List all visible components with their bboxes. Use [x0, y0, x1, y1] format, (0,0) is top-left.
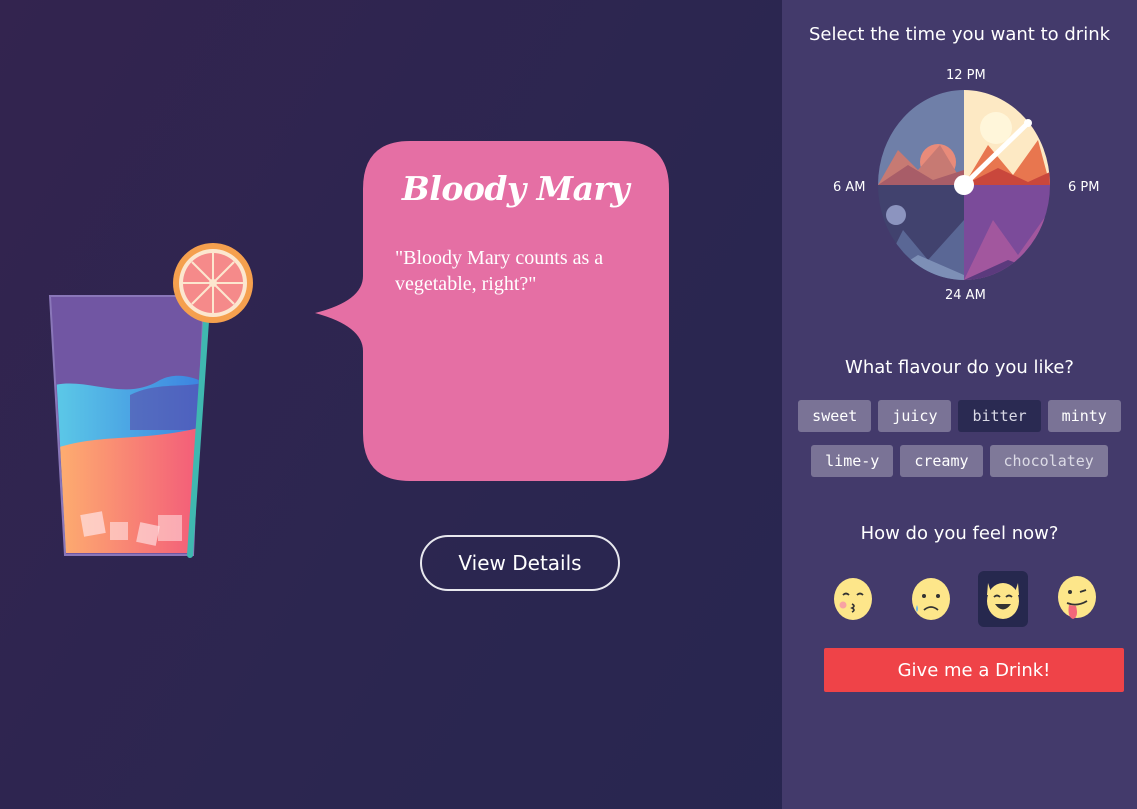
time-dial[interactable] — [878, 90, 1050, 280]
feel-section-title: How do you feel now? — [860, 523, 1059, 544]
flavour-chip-sweet[interactable]: sweet — [798, 400, 872, 432]
drink-speech-bubble: Bloody Mary "Bloody Mary counts as a veg… — [315, 141, 671, 483]
flavour-chip-creamy[interactable]: creamy — [900, 445, 983, 477]
sad-tear-face-icon[interactable] — [906, 571, 956, 627]
drink-display-area: Bloody Mary "Bloody Mary counts as a veg… — [0, 0, 782, 809]
clock-label-left: 6 AM — [833, 180, 866, 195]
time-section-title: Select the time you want to drink — [808, 24, 1111, 45]
drink-quote: "Bloody Mary counts as a vegetable, righ… — [395, 247, 604, 295]
flavour-section-title: What flavour do you like? — [845, 357, 1074, 378]
flavour-chips-row-1: sweet juicy bitter minty — [782, 400, 1137, 432]
clock-label-top: 12 PM — [946, 68, 986, 83]
clock-label-right: 6 PM — [1068, 180, 1100, 195]
preferences-panel: Select the time you want to drink 12 PM … — [782, 0, 1137, 809]
flavour-chip-bitter[interactable]: bitter — [958, 400, 1041, 432]
kissing-face-icon[interactable] — [828, 571, 878, 627]
view-details-button[interactable]: View Details — [420, 535, 620, 591]
flavour-chip-minty[interactable]: minty — [1047, 400, 1121, 432]
mood-selector — [824, 571, 1124, 627]
flavour-chips-row-2: lime-y creamy chocolatey — [782, 445, 1137, 477]
clock-label-bottom: 24 AM — [945, 288, 986, 303]
flavour-chip-chocolatey[interactable]: chocolatey — [989, 445, 1108, 477]
flavour-chip-lime-y[interactable]: lime-y — [811, 445, 894, 477]
give-me-a-drink-button[interactable]: Give me a Drink! — [824, 648, 1124, 692]
flavour-chip-juicy[interactable]: juicy — [878, 400, 952, 432]
rock-on-face-icon[interactable] — [978, 571, 1028, 627]
tongue-out-face-icon[interactable] — [1052, 571, 1102, 627]
cocktail-glass-illustration — [40, 230, 270, 570]
drink-name: Bloody Mary — [401, 169, 630, 208]
